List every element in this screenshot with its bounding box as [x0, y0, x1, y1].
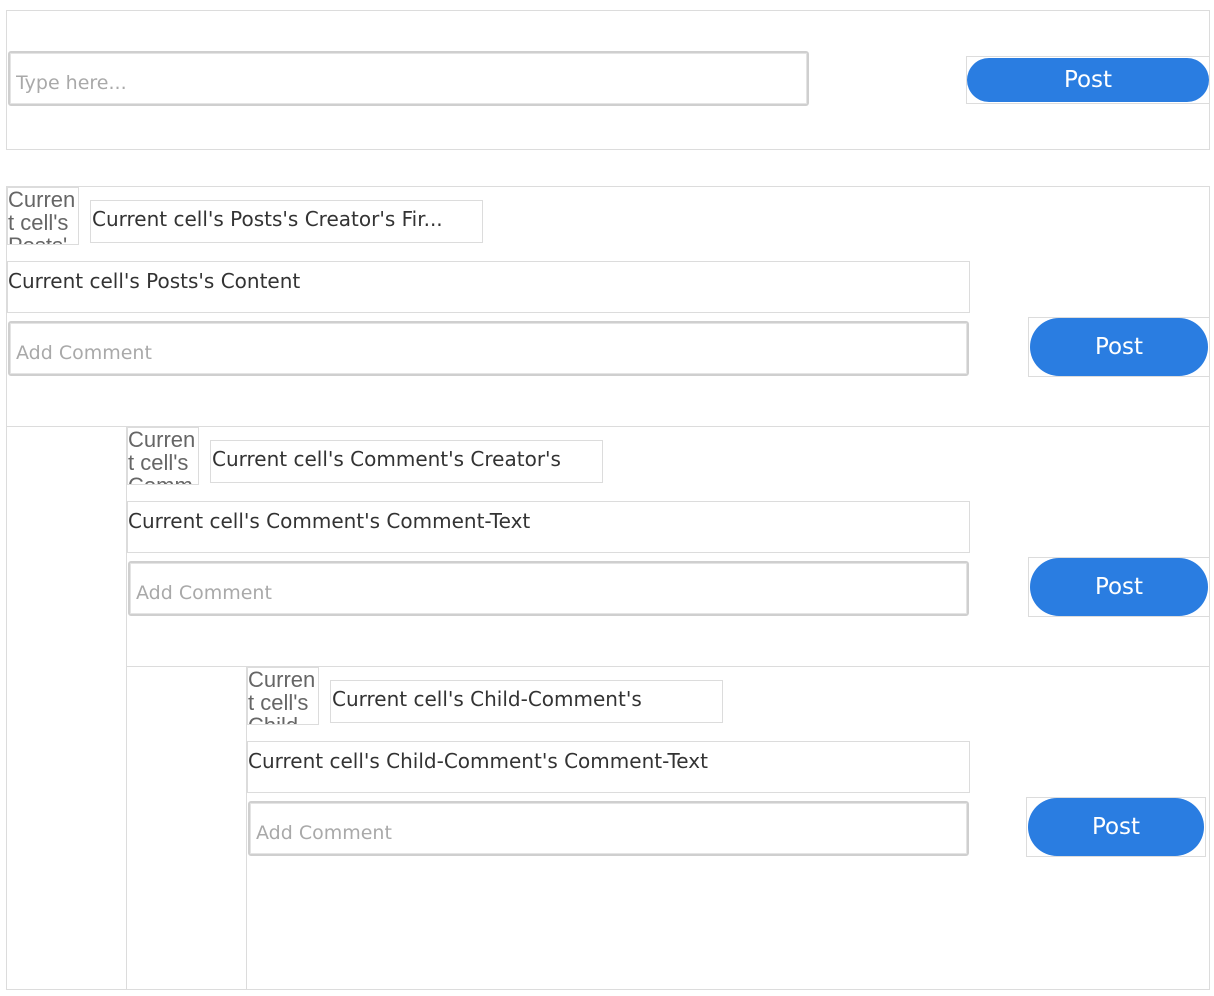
child-comment-text: Current cell's Child-Comment's Comment-T…: [247, 741, 970, 793]
comment-creator-avatar: Current cell's Comm: [127, 427, 199, 485]
comment-creator-name: Current cell's Comment's Creator's: [210, 440, 603, 483]
comment-reply-button[interactable]: Post: [1030, 558, 1208, 616]
new-post-button[interactable]: Post: [967, 58, 1209, 102]
post-creator-avatar: Current cell's Posts's: [7, 187, 79, 245]
comment-reply-input[interactable]: [128, 561, 969, 616]
new-post-input[interactable]: [8, 51, 809, 106]
child-comment-creator-avatar: Current cell's Child: [247, 667, 319, 725]
post-content: Current cell's Posts's Content: [7, 261, 970, 313]
comment-text: Current cell's Comment's Comment-Text: [127, 501, 970, 553]
post-creator-name: Current cell's Posts's Creator's Fir...: [90, 200, 483, 243]
child-comment-reply-button[interactable]: Post: [1028, 798, 1204, 856]
child-comment-creator-name: Current cell's Child-Comment's: [330, 680, 723, 723]
child-comment-reply-input[interactable]: [248, 801, 969, 856]
post-comment-input[interactable]: [8, 321, 969, 376]
post-comment-button[interactable]: Post: [1030, 318, 1208, 376]
